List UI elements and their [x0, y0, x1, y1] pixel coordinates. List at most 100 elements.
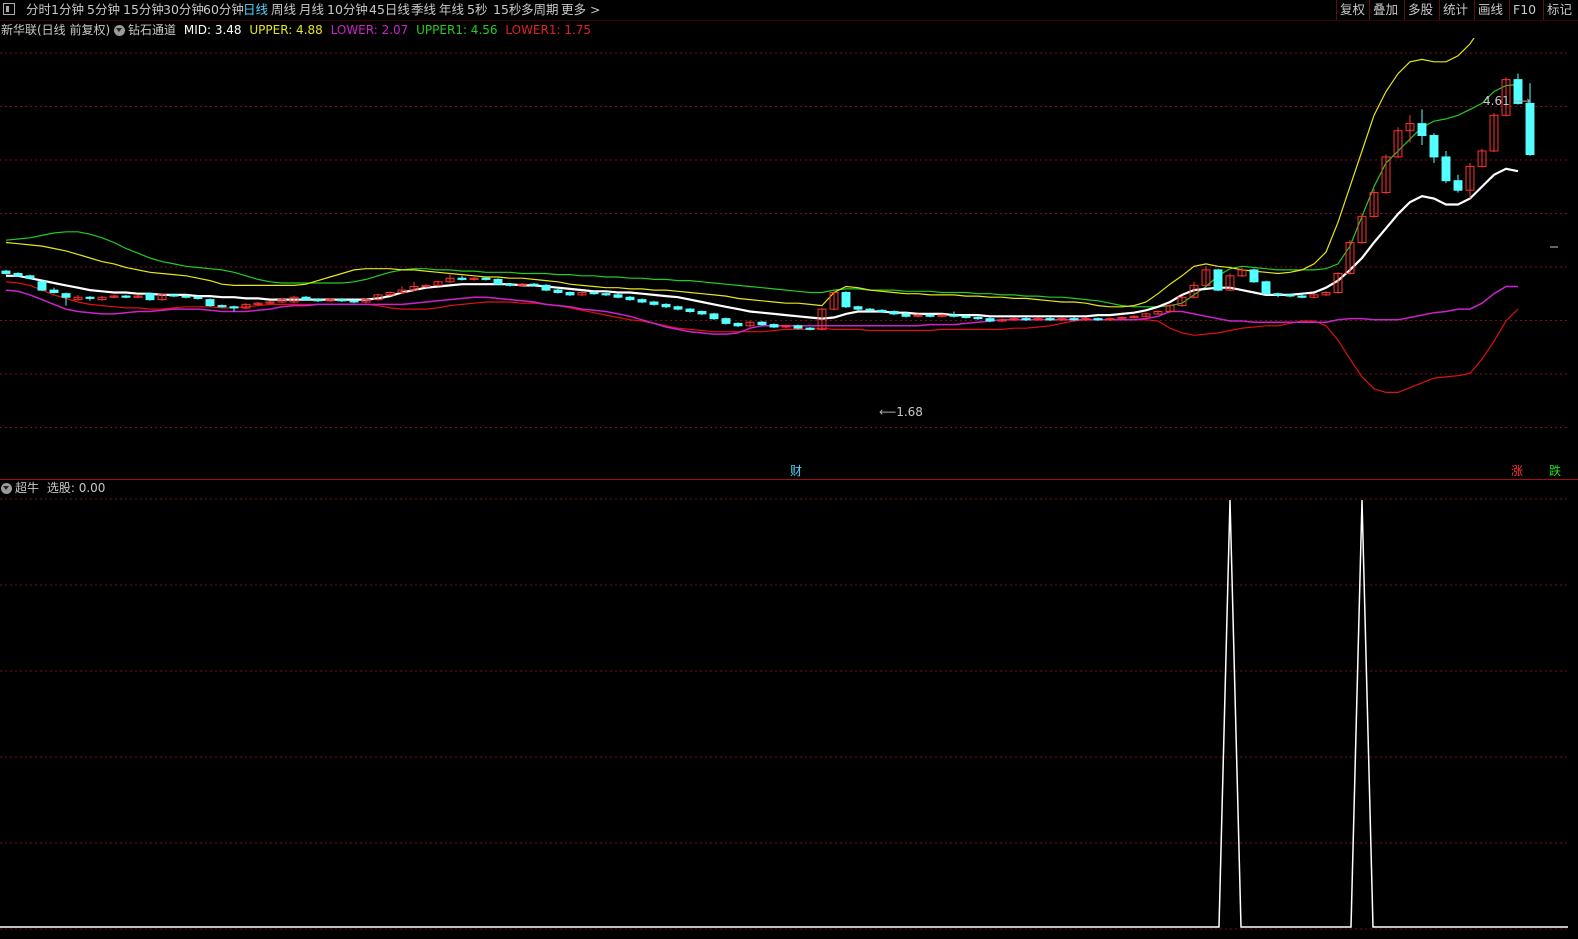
period-tab-4[interactable]: 30分钟 — [163, 2, 204, 18]
period-tab-1[interactable]: 1分钟 — [51, 2, 84, 18]
candle-down — [625, 296, 635, 301]
period-tab-7[interactable]: 周线 — [271, 2, 296, 18]
candle-down — [49, 289, 59, 293]
limit-up-marker[interactable]: 涨 — [1511, 464, 1523, 478]
period-tab-11[interactable]: 季线 — [411, 2, 436, 18]
candle-down — [505, 283, 515, 286]
candle-down — [1441, 156, 1451, 182]
candle-down — [1069, 318, 1079, 321]
candle-down — [841, 291, 851, 308]
candle-down — [349, 300, 359, 303]
signal-chart[interactable] — [0, 496, 1568, 932]
candle-down — [1417, 123, 1427, 137]
candle-down — [181, 295, 191, 298]
period-tab-15[interactable]: 多周期 — [521, 2, 559, 18]
menu-icon[interactable] — [3, 3, 15, 15]
sub-legend: 超牛 选股: 0.00 — [15, 480, 105, 496]
candle-down — [1525, 102, 1535, 156]
toolbar-button-2[interactable]: 多股 — [1408, 2, 1433, 18]
candle-down — [1045, 318, 1055, 321]
candle-down — [949, 314, 959, 317]
period-tab-9[interactable]: 10分钟 — [327, 2, 368, 18]
toolbar-separator — [1543, 0, 1544, 20]
candle-down — [1261, 281, 1271, 295]
lower-line — [5, 285, 1518, 335]
main-legend: 新华联(日线 前复权) — [1, 22, 110, 38]
candle-down — [193, 296, 203, 299]
toolbar-button-0[interactable]: 复权 — [1340, 2, 1365, 18]
candlestick-chart[interactable] — [0, 38, 1568, 478]
candle-down — [553, 289, 563, 293]
toolbar-separator — [1369, 0, 1370, 20]
candle-down — [1429, 135, 1439, 158]
high-price-marker: 4.61 ⟶ — [1483, 94, 1531, 108]
low-price-marker: ⟵1.68 — [879, 405, 923, 419]
upper1-line — [5, 83, 1519, 308]
candle-down — [1273, 293, 1283, 296]
panel-divider[interactable] — [0, 479, 1578, 480]
toolbar-separator — [1474, 0, 1475, 20]
candle-down — [529, 283, 539, 286]
candle-down — [541, 284, 551, 291]
candle-down — [565, 291, 575, 296]
stock-title: 新华联(日线 前复权) — [1, 23, 111, 37]
candle-down — [985, 318, 995, 322]
candle-down — [805, 327, 815, 330]
sub-indicator-dropdown-icon[interactable] — [1, 483, 12, 494]
period-tab-0[interactable]: 分时 — [26, 2, 51, 18]
indicator-name[interactable]: 钻石通道 — [128, 23, 176, 37]
candle-down — [1093, 318, 1103, 321]
candle-down — [217, 305, 227, 308]
candle-down — [769, 324, 779, 328]
candle-down — [13, 272, 23, 277]
candle-down — [37, 281, 47, 291]
period-tab-3[interactable]: 15分钟 — [123, 2, 164, 18]
select-value: 选股: 0.00 — [46, 481, 106, 495]
indicator-dropdown-icon[interactable] — [114, 25, 125, 36]
period-tab-5[interactable]: 60分钟 — [203, 2, 244, 18]
toolbar-button-4[interactable]: 画线 — [1478, 2, 1503, 18]
candle-down — [877, 309, 887, 313]
candle-down — [961, 315, 971, 318]
candle-down — [589, 291, 599, 295]
candle-down — [301, 296, 311, 301]
candle-down — [613, 294, 623, 298]
lower1-line — [5, 281, 1519, 393]
candle-down — [733, 322, 743, 327]
toolbar-separator — [1404, 0, 1405, 20]
toolbar-button-3[interactable]: 统计 — [1443, 2, 1468, 18]
period-tab-10[interactable]: 45日线 — [369, 2, 410, 18]
toolbar-button-5[interactable]: F10 — [1513, 2, 1536, 18]
limit-down-marker[interactable]: 跌 — [1549, 464, 1561, 478]
toolbar-separator — [1509, 0, 1510, 20]
sub-indicator-name[interactable]: 超牛 — [15, 481, 39, 495]
toolbar-button-6[interactable]: 标记 — [1547, 2, 1572, 18]
toolbar-separator — [1336, 0, 1337, 20]
candle-down — [601, 293, 611, 296]
candle-down — [1213, 269, 1223, 291]
candle-down — [229, 306, 239, 309]
toolbar-button-1[interactable]: 叠加 — [1373, 2, 1398, 18]
candle-down — [901, 313, 911, 317]
period-tab-8[interactable]: 月线 — [299, 2, 324, 18]
toolbar-separator — [1439, 0, 1440, 20]
candle-down — [61, 293, 71, 298]
period-tab-14[interactable]: 15秒 — [493, 2, 521, 18]
mid-value: MID: 3.48 — [183, 23, 242, 37]
period-tab-13[interactable]: 5秒 — [467, 2, 487, 18]
period-tab-16[interactable]: 更多 > — [561, 2, 600, 18]
high-price-label: 4.61 — [1483, 94, 1510, 108]
period-tab-2[interactable]: 5分钟 — [87, 2, 120, 18]
low-price-label: 1.68 — [896, 405, 923, 419]
finance-marker[interactable]: 财 — [790, 464, 802, 478]
candle-down — [673, 306, 683, 310]
period-tab-6[interactable]: 日线 — [243, 2, 268, 18]
candle-down — [1021, 318, 1031, 321]
candle-down — [1249, 269, 1259, 283]
candle-down — [337, 299, 347, 302]
period-tab-12[interactable]: 年线 — [439, 2, 464, 18]
candle-down — [481, 277, 491, 280]
candle-down — [721, 318, 731, 324]
candle-down — [121, 295, 131, 298]
lower1-value: LOWER1: 1.75 — [505, 23, 592, 37]
